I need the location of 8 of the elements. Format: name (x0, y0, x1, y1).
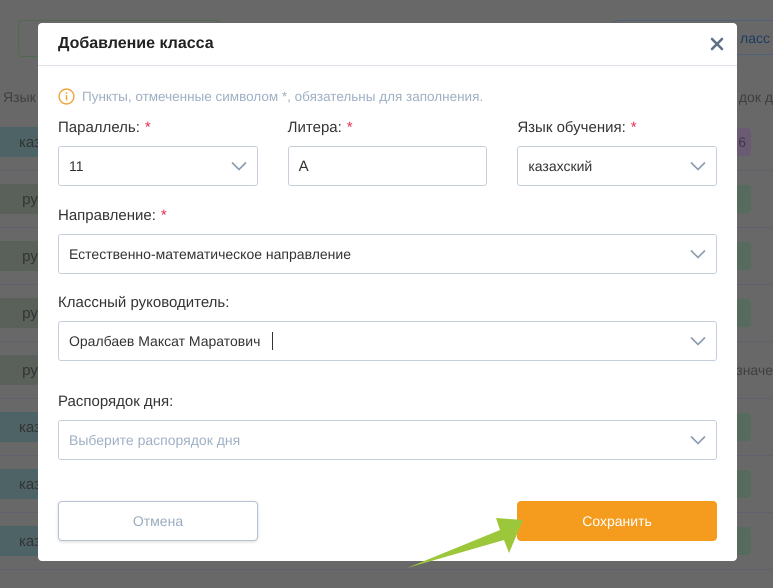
field-label: Язык обучения: * (517, 118, 638, 138)
field-label: Классный руководитель: (58, 293, 230, 313)
field-label: Параллель: * (58, 118, 152, 138)
field-label: Направление: * (58, 206, 168, 226)
field-label: Литера: * (288, 118, 354, 138)
dialog-title: Добавление класса (58, 35, 214, 53)
field-label: Распорядок дня: (58, 392, 174, 412)
required-notice: Пункты, отмеченные символом *, обязательны для заполнения. (82, 88, 484, 104)
